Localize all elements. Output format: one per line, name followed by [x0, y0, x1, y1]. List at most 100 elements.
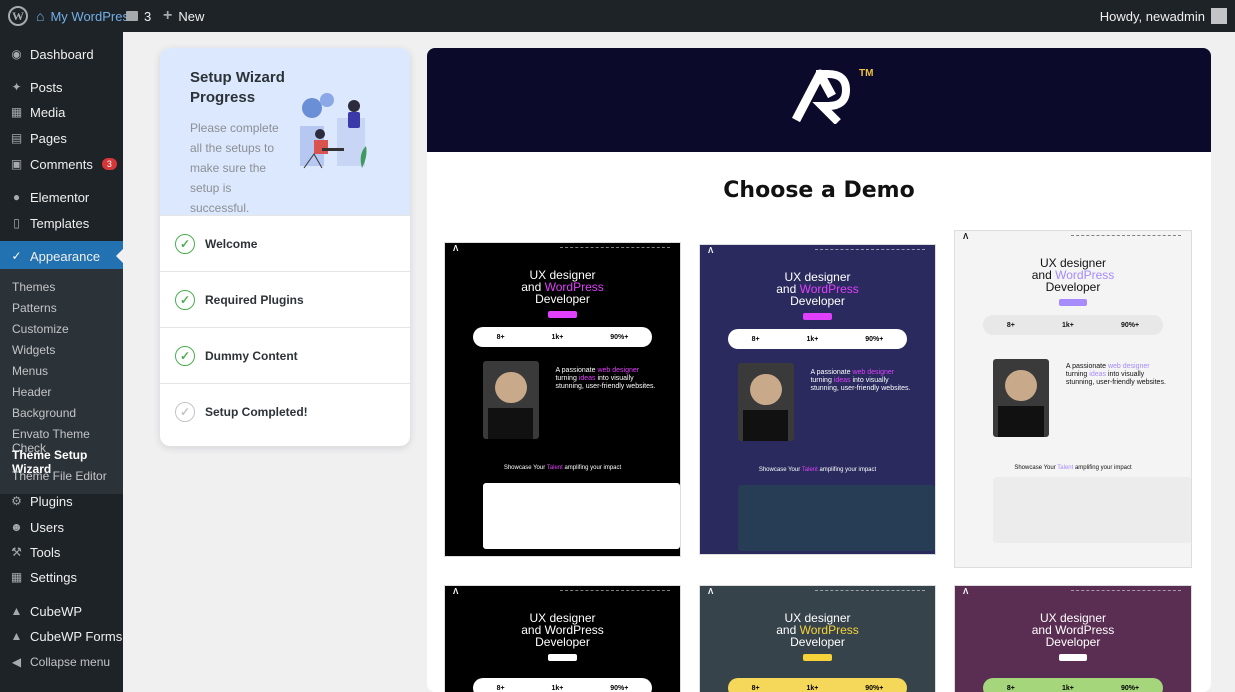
menu-templates[interactable]: ▯ Templates [0, 208, 123, 238]
demo-experience-box [482, 483, 680, 549]
current-menu-arrow-icon [116, 249, 123, 263]
plugin-icon: ⚙ [11, 494, 22, 508]
demo-hire-button [803, 313, 832, 320]
menu-dashboard[interactable]: ◉ Dashboard [0, 39, 123, 69]
menu-settings[interactable]: ▦ Settings [0, 562, 123, 592]
setup-wizard-panel: Setup Wizard Progress Please complete al… [160, 48, 410, 446]
demo-nav-links [815, 249, 925, 251]
demo-stat: 8+ [1006, 321, 1015, 329]
avatar [1211, 8, 1227, 24]
demo-about-text: A passionate web designer turning ideas i… [555, 367, 656, 390]
demo-stat: 8+ [751, 335, 760, 343]
demo-card[interactable]: Λ UX designer and WordPress Developer 8+ 1k+ 9… [954, 230, 1192, 568]
demo-stat: 8+ [1006, 684, 1015, 692]
step-dummy-content[interactable]: ✓ Dummy Content [160, 327, 410, 383]
demo-stat: 90%+ [610, 333, 629, 341]
step-required-plugins[interactable]: ✓ Required Plugins [160, 271, 410, 327]
submenu-widgets[interactable]: Widgets [12, 343, 55, 357]
demo-hero-heading: UX designer and WordPress Developer [1031, 611, 1115, 649]
demo-about-text: A passionate web designer turning ideas i… [1065, 363, 1166, 386]
demo-stats-pill: 8+ 1k+ 90%+ [728, 329, 907, 349]
new-content-link[interactable]: + New [163, 0, 204, 32]
demo-stats-pill: 8+ 1k+ 90%+ [728, 678, 907, 692]
demo-logo-icon: Λ [708, 246, 714, 255]
demo-showcase-text: Showcase Your Talent amplifing your impa… [758, 467, 877, 473]
demo-stat: 90%+ [1120, 684, 1140, 692]
settings-icon: ▦ [10, 570, 23, 584]
demo-card[interactable]: Λ UX designer and WordPress Developer 8+ 1k+ 9… [699, 244, 936, 555]
check-circle-icon: ✓ [175, 345, 195, 366]
submenu-patterns[interactable]: Patterns [12, 301, 57, 315]
demo-stats-pill: 8+ 1k+ 90%+ [983, 315, 1163, 335]
demo-logo-icon: Λ [453, 587, 459, 596]
demo-nav-bar: Λ [700, 245, 935, 255]
account-menu[interactable]: Howdy, newadmin [1100, 0, 1227, 32]
brush-icon: ✓ [11, 249, 22, 263]
comments-link[interactable]: 3 [126, 0, 151, 32]
demo-card[interactable]: Λ UX designer and WordPress Developer 8+ 1k+ 9… [699, 585, 936, 692]
demo-hero-heading: UX designer and WordPress Developer [776, 270, 859, 308]
demo-hire-button [1058, 299, 1088, 306]
demo-nav-bar: Λ [955, 586, 1191, 596]
collapse-menu-button[interactable]: ◀ Collapse menu [0, 647, 123, 677]
demo-hire-button [548, 654, 577, 661]
comments-count-badge: 3 [101, 158, 117, 170]
demo-stat: 90%+ [865, 335, 884, 343]
demo-nav-links [815, 590, 925, 592]
menu-comments[interactable]: ▣ Comments 3 [0, 149, 123, 179]
demo-stat: 90%+ [1120, 321, 1140, 329]
demo-logo-icon: Λ [963, 232, 969, 241]
home-icon: ⌂ [36, 8, 45, 24]
submenu-background[interactable]: Background [12, 406, 76, 420]
demo-stats-pill: 8+ 1k+ 90%+ [983, 678, 1163, 692]
demo-stat: 1k+ [1061, 684, 1074, 692]
plus-icon: + [163, 7, 173, 24]
demo-hire-button [548, 311, 577, 318]
demo-stats-pill: 8+ 1k+ 90%+ [473, 327, 652, 347]
demo-card[interactable]: Λ UX designer and WordPress Developer 8+ 1k+ 9… [954, 585, 1192, 692]
demo-portrait-image [992, 359, 1050, 437]
submenu-header[interactable]: Header [12, 385, 51, 399]
cube-icon: ▲ [10, 604, 23, 618]
demo-nav-bar: Λ [955, 231, 1191, 241]
site-name-link[interactable]: ⌂ My WordPress [36, 0, 135, 32]
step-welcome[interactable]: ✓ Welcome [160, 215, 410, 271]
demo-portrait-image [482, 361, 539, 439]
demo-logo-icon: Λ [708, 587, 714, 596]
submenu-theme-file-editor[interactable]: Theme File Editor [12, 469, 107, 483]
demo-stat: 1k+ [551, 684, 564, 692]
menu-appearance[interactable]: ✓ Appearance [0, 241, 123, 271]
demo-hero-heading: UX designer and WordPress Developer [776, 611, 859, 649]
demo-header: TM [427, 48, 1211, 152]
demo-card[interactable]: Λ UX designer and WordPress Developer 8+ 1k+ 9… [444, 242, 681, 557]
main-content: Setup Wizard Progress Please complete al… [123, 32, 1235, 692]
demo-nav-bar: Λ [700, 586, 935, 596]
admin-sidebar: ◉ Dashboard ✦ Posts ▦ Media ▤ Pages ▣ Comment… [0, 32, 123, 692]
demo-nav-links [560, 247, 670, 249]
appearance-submenu: Themes Patterns Customize Widgets Menus … [0, 269, 123, 494]
trademark-symbol: TM [859, 68, 874, 79]
demo-hero-heading: UX designer and WordPress Developer [521, 268, 604, 306]
submenu-menus[interactable]: Menus [12, 364, 48, 378]
demo-logo-icon: Λ [453, 244, 459, 253]
wordpress-logo-icon[interactable]: W [8, 0, 28, 32]
submenu-themes[interactable]: Themes [12, 280, 55, 294]
demo-stat: 90%+ [610, 684, 629, 692]
demo-stat: 8+ [496, 333, 505, 341]
media-icon: ▦ [10, 105, 23, 119]
step-setup-completed[interactable]: ✓ Setup Completed! [160, 383, 410, 439]
demo-nav-links [1071, 590, 1181, 592]
folder-icon: ▯ [13, 216, 20, 230]
demo-nav-bar: Λ [445, 586, 680, 596]
check-circle-icon: ✓ [175, 289, 195, 310]
elementor-icon: ● [12, 190, 21, 204]
demo-showcase-text: Showcase Your Talent amplifing your impa… [503, 465, 622, 471]
pin-icon: ✦ [11, 80, 22, 94]
demo-card[interactable]: Λ UX designer and WordPress Developer 8+ 1k+ 9… [444, 585, 681, 692]
submenu-customize[interactable]: Customize [12, 322, 69, 336]
demo-hero-heading: UX designer and WordPress Developer [1031, 256, 1115, 294]
demo-experience-box [737, 485, 935, 551]
developer-illustration-icon [300, 93, 367, 169]
demo-stat: 1k+ [806, 335, 819, 343]
collapse-icon: ◀ [11, 655, 22, 669]
